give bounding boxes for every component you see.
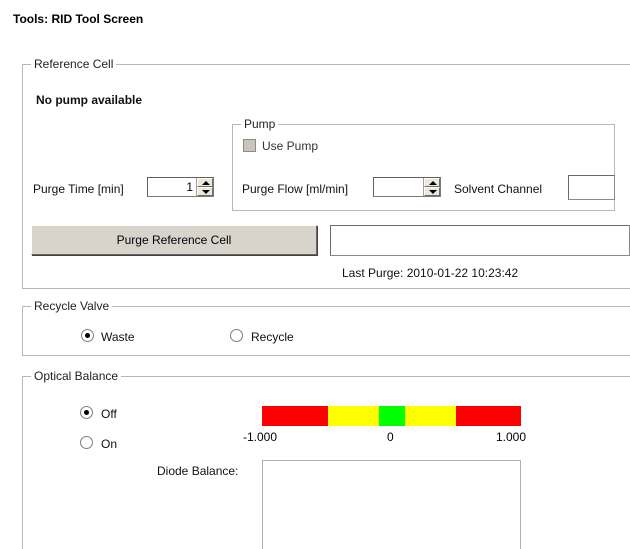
balance-scale-bar [262,406,521,426]
up-arrow-icon [202,181,210,185]
purge-time-spin-buttons [196,178,213,196]
solvent-channel-label: Solvent Channel [454,182,543,196]
purge-time-up-button[interactable] [197,178,213,187]
diode-balance-label: Diode Balance: [157,464,239,478]
purge-flow-up-button[interactable] [424,178,440,187]
down-arrow-icon [429,190,437,194]
solvent-channel-field[interactable] [568,175,615,200]
last-purge-text: Last Purge: 2010-01-22 10:23:42 [342,266,519,280]
purge-time-spinner[interactable]: 1 [147,177,214,197]
purge-flow-label: Purge Flow [ml/min] [242,182,349,196]
optical-on-radio[interactable] [80,436,93,449]
page-title: Tools: RID Tool Screen [13,12,144,26]
down-arrow-icon [202,190,210,194]
purge-time-label: Purge Time [min] [33,182,124,196]
balance-max-label: 1.000 [496,430,527,444]
purge-flow-spin-buttons [423,178,440,196]
balance-red-left [262,406,328,426]
use-pump-checkbox[interactable] [243,139,256,152]
optical-balance-legend: Optical Balance [31,369,122,383]
pump-legend: Pump [241,117,279,131]
reference-cell-legend: Reference Cell [31,57,117,71]
balance-yellow-right [405,406,456,426]
waste-radio[interactable] [81,329,94,342]
radio-selected-dot [85,333,90,338]
balance-red-right [456,406,521,426]
purge-time-down-button[interactable] [197,187,213,196]
rid-tool-screen: Tools: RID Tool Screen Reference Cell No… [0,0,630,549]
optical-on-label: On [101,437,118,451]
recycle-label: Recycle [251,330,294,344]
balance-min-label: -1.000 [243,430,278,444]
purge-reference-cell-button[interactable]: Purge Reference Cell [31,225,317,255]
purge-flow-down-button[interactable] [424,187,440,196]
optical-off-label: Off [101,407,117,421]
recycle-radio[interactable] [230,329,243,342]
balance-yellow-left [328,406,379,426]
purge-time-value: 1 [186,180,193,194]
recycle-valve-legend: Recycle Valve [31,299,113,313]
purge-flow-spinner[interactable] [373,177,441,197]
balance-mid-label: 0 [387,430,394,444]
pump-status-text: No pump available [36,93,143,107]
purge-progress-field [330,225,630,256]
balance-green-center [379,406,405,426]
optical-off-radio[interactable] [80,406,93,419]
radio-selected-dot [84,410,89,415]
up-arrow-icon [429,181,437,185]
waste-label: Waste [101,330,135,344]
diode-balance-display [262,460,521,549]
pump-group: Pump [232,117,615,211]
use-pump-label: Use Pump [262,139,319,153]
